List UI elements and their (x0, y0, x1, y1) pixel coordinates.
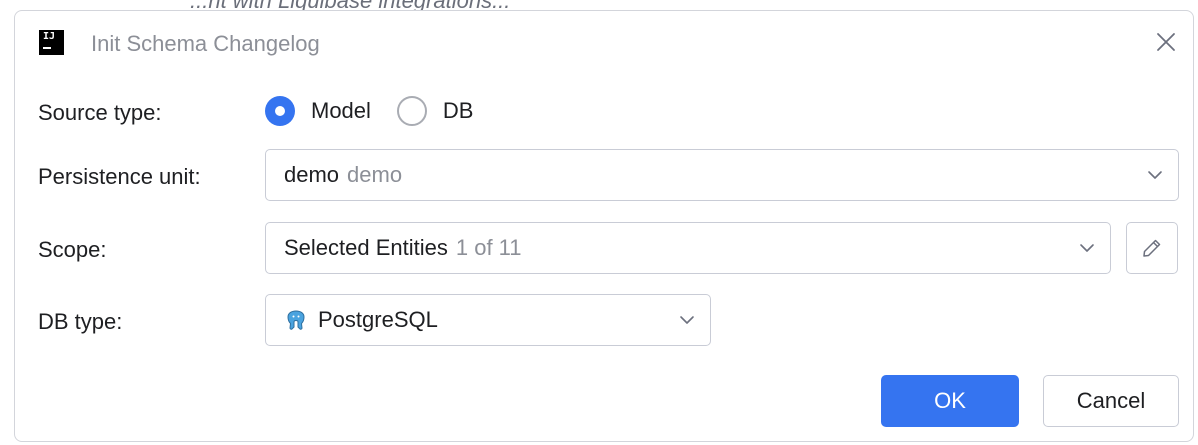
dialog-title: Init Schema Changelog (91, 31, 320, 56)
source-type-label: Source type: (38, 100, 162, 125)
db-type-dropdown[interactable]: PostgreSQL (265, 294, 711, 346)
radio-model-label: Model (311, 98, 371, 123)
scope-dropdown[interactable]: Selected Entities 1 of 11 (265, 222, 1111, 274)
radio-db[interactable]: DB (396, 96, 474, 126)
chevron-down-icon (1080, 244, 1094, 252)
radio-db-label: DB (442, 98, 474, 123)
init-schema-changelog-dialog: IJ Init Schema Changelog Source type: Mo… (14, 10, 1194, 442)
source-type-radio-group: Model DB (265, 93, 499, 129)
radio-model[interactable]: Model (265, 96, 371, 126)
persistence-unit-label: Persistence unit: (38, 164, 201, 189)
scope-hint: 1 of 11 (455, 235, 522, 260)
persistence-unit-dropdown[interactable]: demo demo (265, 149, 1179, 201)
dialog-titlebar: IJ Init Schema Changelog (15, 11, 1193, 71)
close-icon (1157, 33, 1175, 51)
scope-value: Selected Entities (284, 235, 448, 260)
pencil-icon (1143, 239, 1161, 257)
ok-button[interactable]: OK (881, 375, 1019, 427)
chevron-down-icon (1148, 171, 1162, 179)
persistence-unit-value: demo (284, 162, 340, 187)
edit-scope-button[interactable] (1126, 222, 1178, 274)
scope-label: Scope: (38, 237, 107, 262)
db-type-label: DB type: (38, 309, 123, 334)
persistence-unit-hint: demo (347, 162, 403, 187)
chevron-down-icon (680, 316, 694, 324)
intellij-icon: IJ (39, 30, 64, 55)
db-type-value: PostgreSQL (318, 307, 438, 332)
cancel-button[interactable]: Cancel (1043, 375, 1179, 427)
close-button[interactable] (1151, 27, 1181, 57)
radio-unselected-indicator (396, 96, 427, 126)
postgresql-icon (287, 310, 305, 330)
radio-selected-indicator (265, 96, 295, 126)
